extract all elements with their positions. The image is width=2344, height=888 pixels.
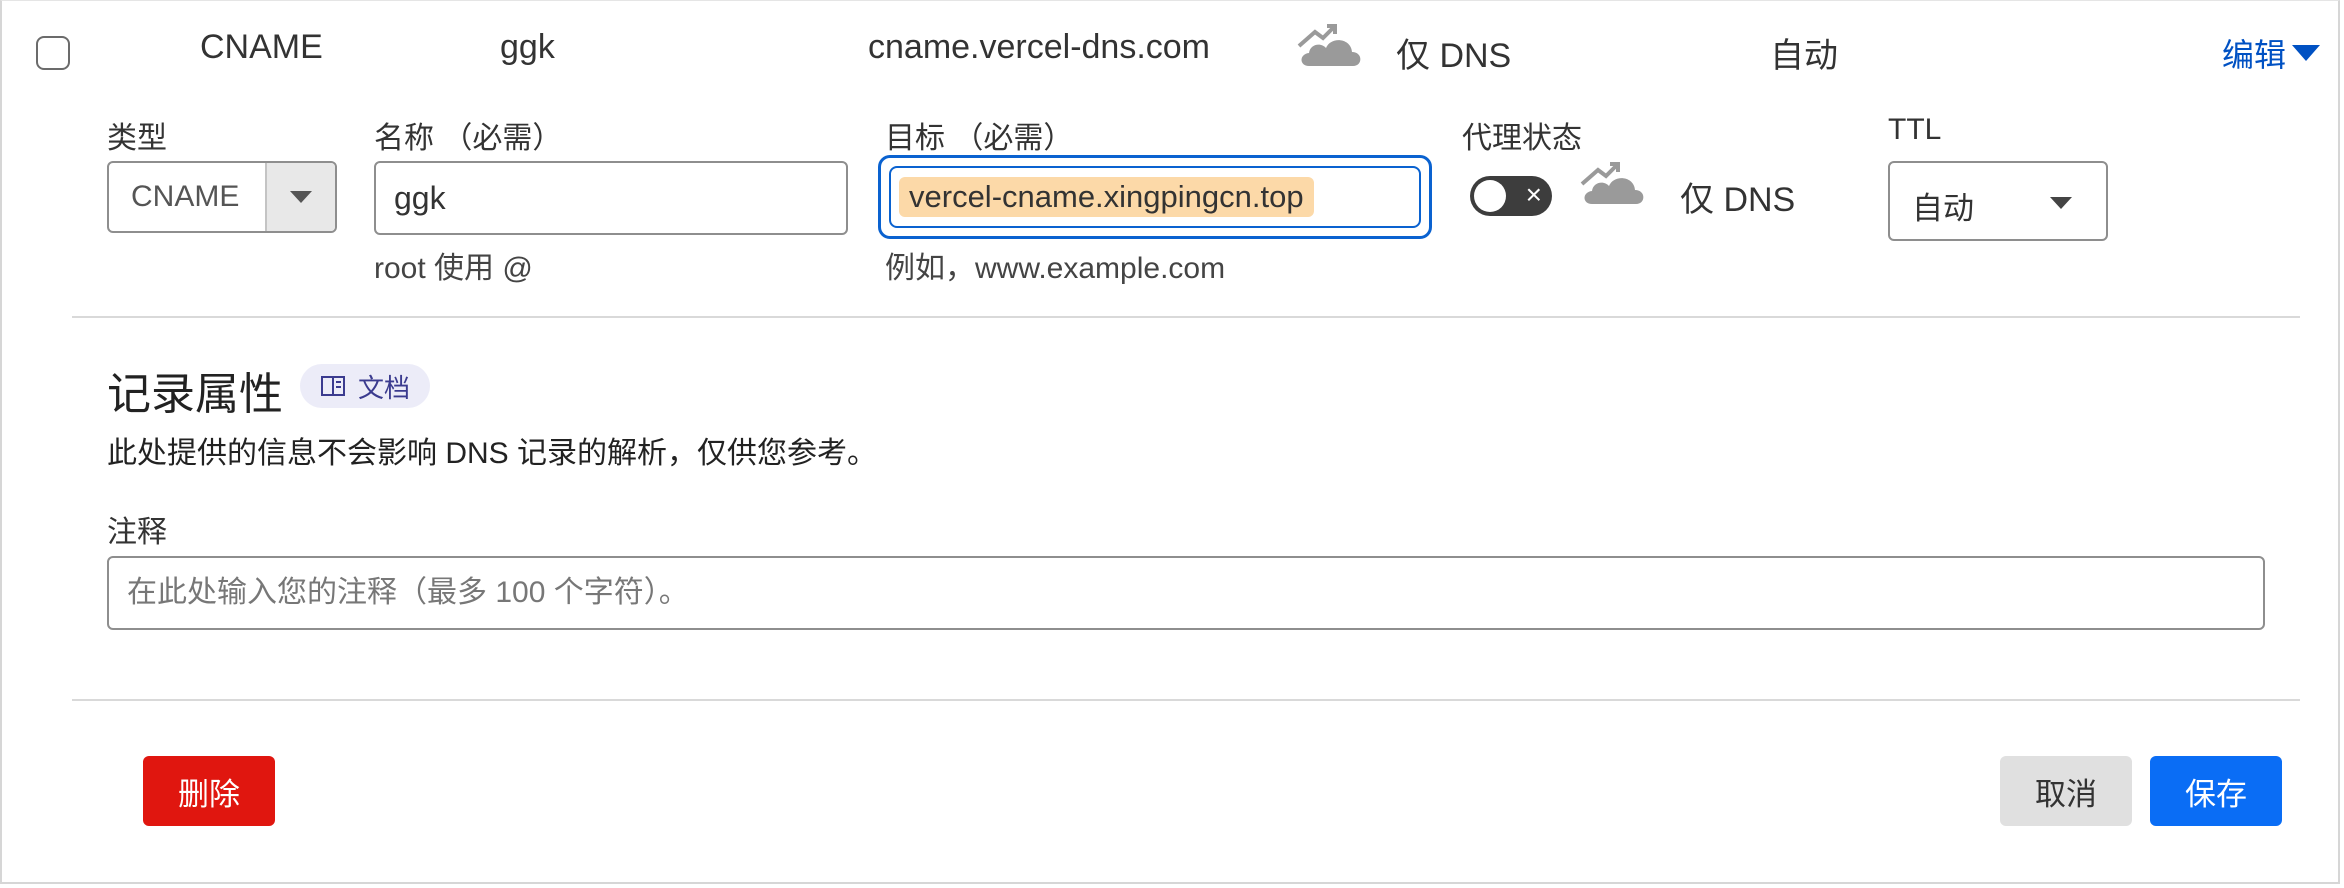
- docs-label: 文档: [358, 372, 411, 403]
- name-input[interactable]: ggk: [374, 161, 848, 235]
- target-input-value: vercel-cname.xingpingcn.top: [899, 177, 1314, 217]
- target-input[interactable]: vercel-cname.xingpingcn.top: [878, 155, 1432, 239]
- record-attributes-title: 记录属性: [107, 370, 283, 419]
- proxy-status-value: 仅 DNS: [1680, 181, 1796, 219]
- ttl-select-value: 自动: [1912, 191, 1974, 226]
- edit-toggle-link[interactable]: 编辑: [2222, 30, 2321, 76]
- comment-input[interactable]: 在此处输入您的注释（最多 100 个字符）。: [107, 556, 2265, 630]
- delete-button[interactable]: 删除: [143, 756, 275, 826]
- toggle-off-icon: ×: [1525, 179, 1542, 210]
- docs-link[interactable]: 文档: [300, 364, 431, 408]
- chevron-down-icon: [2292, 45, 2321, 61]
- chevron-down-icon: [290, 191, 312, 203]
- comment-label: 注释: [107, 516, 167, 549]
- save-button[interactable]: 保存: [2150, 756, 2282, 826]
- chevron-down-icon: [2050, 197, 2072, 209]
- dns-only-cloud-icon: [1297, 24, 1361, 66]
- target-label: 目标 （必需）: [885, 122, 1074, 155]
- proxy-status-toggle[interactable]: ×: [1470, 176, 1552, 216]
- record-type: CNAME: [200, 28, 323, 66]
- ttl-select[interactable]: 自动: [1888, 161, 2108, 241]
- name-label: 名称 （必需）: [374, 122, 563, 155]
- type-select[interactable]: CNAME: [107, 161, 337, 233]
- divider: [72, 699, 2300, 701]
- type-select-arrow[interactable]: [265, 163, 335, 231]
- name-hint: root 使用 @: [374, 252, 533, 285]
- target-hint: 例如，www.example.com: [885, 252, 1226, 285]
- type-label: 类型: [107, 122, 167, 155]
- ttl-label: TTL: [1888, 113, 1942, 146]
- record-attributes-description: 此处提供的信息不会影响 DNS 记录的解析，仅供您参考。: [107, 437, 878, 470]
- dns-only-cloud-icon: [1580, 162, 1644, 204]
- row-select-checkbox[interactable]: [36, 36, 70, 70]
- book-icon: [321, 376, 345, 396]
- proxy-status-label: 代理状态: [1462, 122, 1582, 155]
- type-select-value: CNAME: [131, 180, 240, 213]
- cancel-button[interactable]: 取消: [2000, 756, 2132, 826]
- divider: [72, 316, 2300, 318]
- edit-label: 编辑: [2222, 37, 2287, 73]
- record-name: ggk: [500, 28, 555, 66]
- target-input-inner: vercel-cname.xingpingcn.top: [889, 166, 1421, 228]
- record-proxy-status: 仅 DNS: [1396, 37, 1512, 75]
- record-ttl: 自动: [1770, 37, 1838, 75]
- record-content: cname.vercel-dns.com: [868, 28, 1211, 66]
- toggle-knob: [1474, 180, 1506, 212]
